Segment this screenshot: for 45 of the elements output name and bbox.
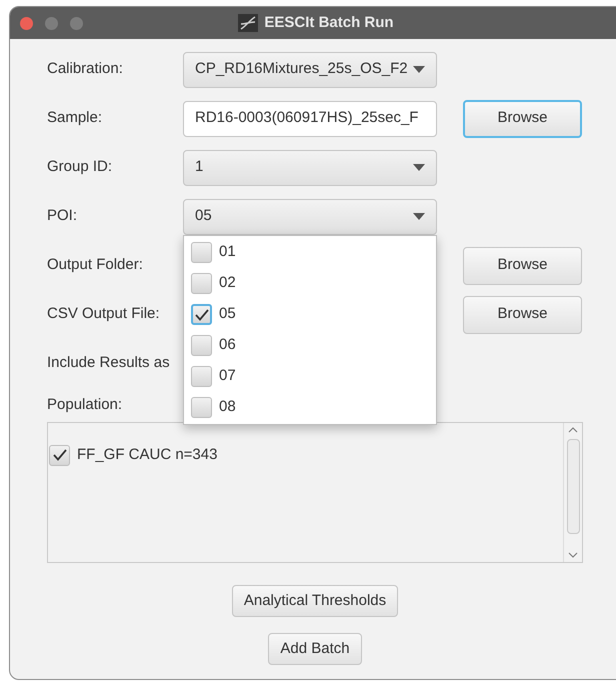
population-label: Population: xyxy=(47,394,122,415)
field-label: Calibration: xyxy=(47,59,124,80)
app-icon xyxy=(238,14,258,32)
scroll-thumb[interactable] xyxy=(566,439,580,534)
field-label: CSV Output File: xyxy=(47,304,161,324)
caret-icon xyxy=(413,213,425,220)
sample-field[interactable]: RD16-0003(060917HS)_25sec_F xyxy=(183,100,437,136)
checkbox[interactable] xyxy=(191,335,212,356)
scroll-up-icon[interactable] xyxy=(568,427,578,433)
checkbox[interactable] xyxy=(49,444,70,466)
menu-item[interactable]: 02 xyxy=(184,268,436,299)
population-item: FF_GF CAUC n=343 xyxy=(77,445,218,465)
scroll-down-icon[interactable] xyxy=(568,552,578,558)
minimize-icon[interactable] xyxy=(45,17,58,30)
checkbox[interactable] xyxy=(191,304,212,325)
caret-icon xyxy=(413,66,425,73)
menu-item[interactable]: 05 xyxy=(184,299,436,330)
checkmark-icon xyxy=(52,449,66,462)
checkbox[interactable] xyxy=(191,366,212,387)
zoom-icon[interactable] xyxy=(70,17,83,30)
menu-item[interactable]: 01 xyxy=(184,237,436,268)
menu-item[interactable]: 07 xyxy=(184,361,436,392)
dropdown[interactable]: 1 xyxy=(183,150,437,186)
field-label: Include Results as xyxy=(47,353,171,374)
dropdown[interactable]: 05 xyxy=(183,198,437,234)
menu-item[interactable]: 08 xyxy=(184,392,436,423)
caret-icon xyxy=(413,164,425,171)
browse-button[interactable]: Browse xyxy=(463,246,582,284)
scrollbar[interactable] xyxy=(563,423,582,562)
field-label: Group ID: xyxy=(47,157,114,178)
browse-button[interactable]: Browse xyxy=(463,296,582,334)
close-icon[interactable] xyxy=(20,17,33,30)
action-button[interactable]: Add Batch xyxy=(268,633,362,665)
field-label: POI: xyxy=(47,206,78,226)
checkmark-icon xyxy=(194,308,208,320)
window-title: EESCIt Batch Run xyxy=(264,12,394,33)
field-label: Sample: xyxy=(47,108,104,128)
browse-button[interactable]: Browse xyxy=(463,100,582,138)
menu-item[interactable]: 06 xyxy=(184,330,436,361)
action-button[interactable]: Analytical Thresholds xyxy=(232,585,398,617)
checkbox[interactable] xyxy=(191,397,212,418)
checkbox[interactable] xyxy=(191,242,212,263)
dropdown[interactable]: CP_RD16Mixtures_25s_OS_F2 xyxy=(183,52,437,88)
field-label: Output Folder: xyxy=(47,255,144,276)
checkbox[interactable] xyxy=(191,273,212,294)
